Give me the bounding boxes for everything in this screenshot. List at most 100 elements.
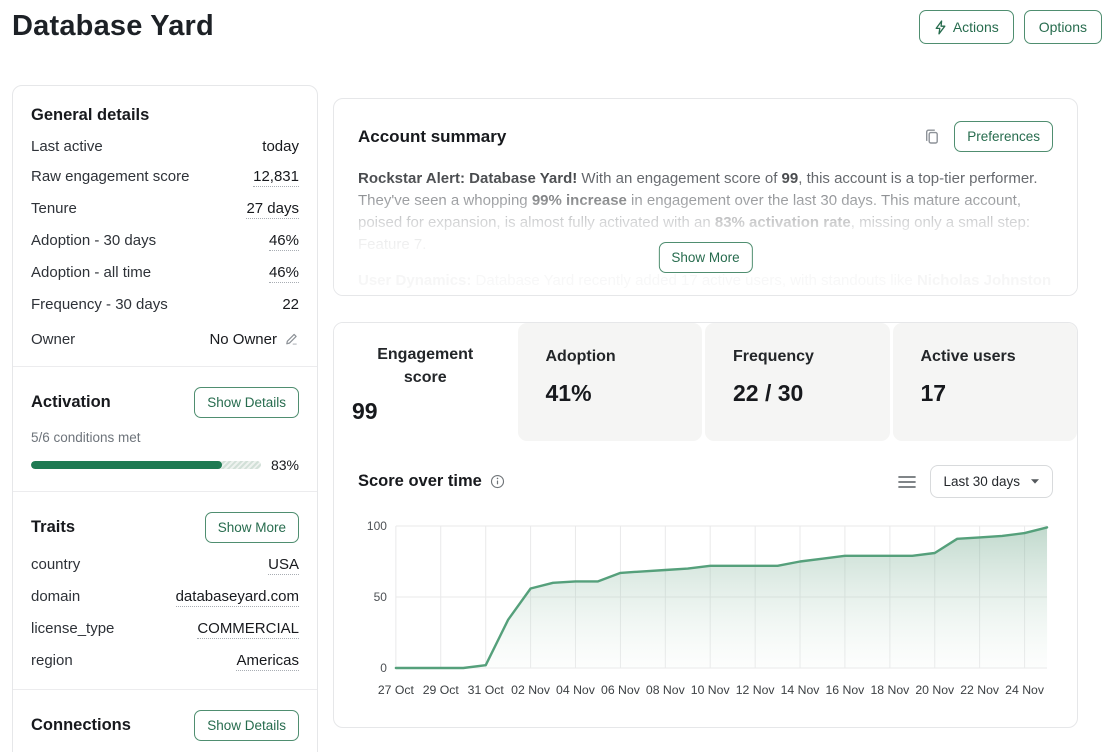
general-details-title: General details <box>31 106 299 125</box>
svg-text:06 Nov: 06 Nov <box>601 683 641 697</box>
connections-section: Connections Show Details <box>13 690 317 752</box>
svg-text:50: 50 <box>374 590 388 604</box>
detail-label: Last active <box>31 138 103 155</box>
page-header: Database Yard Actions Options <box>0 0 1110 85</box>
summary-show-more-button[interactable]: Show More <box>658 242 752 273</box>
connections-title: Connections <box>31 716 131 735</box>
detail-value[interactable]: 46% <box>269 264 299 283</box>
trait-value[interactable]: databaseyard.com <box>176 588 299 607</box>
summary-paragraph-2: User Dynamics: Database Yard recently ad… <box>358 270 1053 292</box>
trait-value[interactable]: USA <box>268 556 299 575</box>
activation-percent: 83% <box>271 457 299 473</box>
detail-row: Tenure 27 days <box>31 200 299 219</box>
chart-title: Score over time <box>358 472 482 491</box>
traits-title: Traits <box>31 518 75 537</box>
chart-menu-icon[interactable] <box>898 475 916 489</box>
tab-active-users[interactable]: Active users 17 <box>893 323 1078 441</box>
chart-header: Score over time Last 30 days <box>334 441 1077 504</box>
detail-label: Raw engagement score <box>31 168 189 185</box>
svg-text:29 Oct: 29 Oct <box>423 683 460 697</box>
tab-value: 22 / 30 <box>733 380 880 407</box>
activation-conditions: 5/6 conditions met <box>31 430 299 445</box>
activation-progress-fill <box>31 461 222 469</box>
detail-row: Frequency - 30 days 22 <box>31 296 299 313</box>
trait-value[interactable]: Americas <box>236 652 299 671</box>
svg-text:16 Nov: 16 Nov <box>825 683 865 697</box>
owner-value: No Owner <box>209 331 277 348</box>
score-chart: 27 Oct29 Oct31 Oct02 Nov04 Nov06 Nov08 N… <box>350 510 1061 708</box>
trait-label: region <box>31 652 73 669</box>
account-summary-title: Account summary <box>358 127 506 147</box>
copy-icon[interactable] <box>924 128 940 145</box>
metric-tabs: Engagement score 99 Adoption 41% Frequen… <box>334 323 1077 441</box>
detail-label: Tenure <box>31 200 77 217</box>
info-icon[interactable] <box>490 474 505 489</box>
detail-row: Last active today <box>31 138 299 155</box>
trait-row: domain databaseyard.com <box>31 588 299 607</box>
activation-section: Activation Show Details 5/6 conditions m… <box>13 367 317 491</box>
svg-text:100: 100 <box>367 519 387 533</box>
svg-text:0: 0 <box>380 661 387 675</box>
account-summary-text: Rockstar Alert: Database Yard! With an e… <box>358 168 1053 292</box>
detail-row: Adoption - 30 days 46% <box>31 232 299 251</box>
chart-area: 27 Oct29 Oct31 Oct02 Nov04 Nov06 Nov08 N… <box>334 504 1077 721</box>
owner-label: Owner <box>31 331 75 348</box>
activation-show-details-button[interactable]: Show Details <box>194 387 299 418</box>
svg-text:04 Nov: 04 Nov <box>556 683 596 697</box>
content: General details Last active today Raw en… <box>0 85 1110 752</box>
tab-label: Frequency <box>733 345 880 368</box>
detail-value[interactable]: 46% <box>269 232 299 251</box>
main-column: Account summary Preferences Rockstar Ale… <box>333 85 1078 728</box>
account-summary-card: Account summary Preferences Rockstar Ale… <box>333 98 1078 296</box>
svg-text:02 Nov: 02 Nov <box>511 683 551 697</box>
connections-show-details-button[interactable]: Show Details <box>194 710 299 741</box>
page-title: Database Yard <box>12 8 214 43</box>
svg-text:10 Nov: 10 Nov <box>691 683 731 697</box>
edit-owner-icon[interactable] <box>284 332 299 347</box>
traits-section: Traits Show More country USA domain data… <box>13 492 317 689</box>
trait-label: license_type <box>31 620 114 637</box>
actions-button-label: Actions <box>953 19 999 35</box>
trait-row: license_type COMMERCIAL <box>31 620 299 639</box>
svg-text:31 Oct: 31 Oct <box>468 683 505 697</box>
detail-row: Raw engagement score 12,831 <box>31 168 299 187</box>
tab-frequency[interactable]: Frequency 22 / 30 <box>705 323 890 441</box>
detail-row: Adoption - all time 46% <box>31 264 299 283</box>
tab-value: 99 <box>352 398 499 425</box>
preferences-button[interactable]: Preferences <box>954 121 1053 152</box>
sidebar: General details Last active today Raw en… <box>12 85 318 752</box>
header-actions: Actions Options <box>919 8 1102 44</box>
actions-button[interactable]: Actions <box>919 10 1014 44</box>
owner-row: Owner No Owner <box>31 331 299 348</box>
trait-label: domain <box>31 588 80 605</box>
svg-text:14 Nov: 14 Nov <box>781 683 821 697</box>
lightning-icon <box>934 20 947 35</box>
traits-show-more-button[interactable]: Show More <box>205 512 299 543</box>
detail-label: Adoption - all time <box>31 264 151 281</box>
trait-value[interactable]: COMMERCIAL <box>197 620 299 639</box>
detail-label: Adoption - 30 days <box>31 232 156 249</box>
detail-value: 22 <box>282 296 299 313</box>
detail-value[interactable]: 12,831 <box>253 168 299 187</box>
svg-text:20 Nov: 20 Nov <box>915 683 955 697</box>
general-details-section: General details Last active today Raw en… <box>13 86 317 366</box>
tab-value: 17 <box>921 380 1068 407</box>
tab-label: Engagement score <box>352 343 499 389</box>
svg-text:18 Nov: 18 Nov <box>870 683 910 697</box>
options-button-label: Options <box>1039 19 1087 35</box>
tab-label: Active users <box>921 345 1068 368</box>
date-range-dropdown[interactable]: Last 30 days <box>930 465 1053 498</box>
svg-text:24 Nov: 24 Nov <box>1005 683 1045 697</box>
options-button[interactable]: Options <box>1024 10 1102 44</box>
chevron-down-icon <box>1030 478 1040 485</box>
detail-label: Frequency - 30 days <box>31 296 168 313</box>
tab-label: Adoption <box>546 345 693 368</box>
trait-label: country <box>31 556 80 573</box>
activation-title: Activation <box>31 393 111 412</box>
svg-text:27 Oct: 27 Oct <box>378 683 415 697</box>
tab-engagement-score[interactable]: Engagement score 99 <box>334 323 515 441</box>
activation-progress-bar <box>31 461 261 469</box>
detail-value[interactable]: 27 days <box>246 200 299 219</box>
tab-adoption[interactable]: Adoption 41% <box>518 323 703 441</box>
svg-text:12 Nov: 12 Nov <box>736 683 776 697</box>
